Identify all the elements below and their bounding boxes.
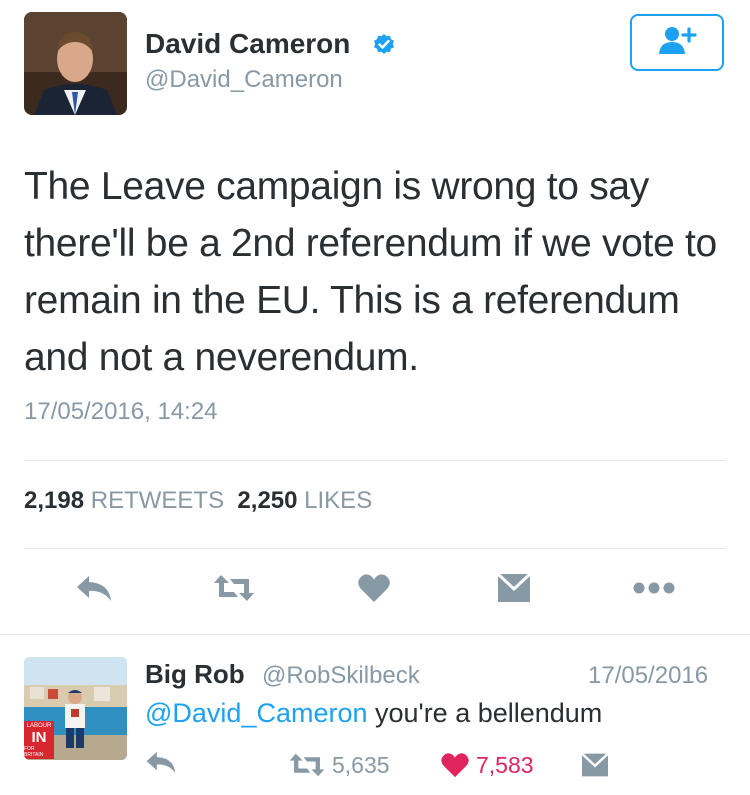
campaign-badge: LABOUR IN FOR BRITAIN: [24, 721, 54, 759]
reply-retweet-count: 5,635: [332, 751, 390, 778]
reply-reply-button[interactable]: [145, 749, 177, 781]
like-label[interactable]: LIKES: [304, 487, 372, 514]
reply-text: @David_Cameron you're a bellendum: [145, 698, 602, 729]
reply-mention-link[interactable]: @David_Cameron: [145, 698, 368, 728]
follow-button[interactable]: [630, 14, 724, 71]
reply-author-name[interactable]: Big Rob: [145, 659, 245, 690]
reply-author-handle[interactable]: @RobSkilbeck: [262, 662, 420, 690]
reply-icon: [75, 573, 113, 608]
retweet-icon: [212, 573, 256, 608]
reply-icon: [145, 749, 177, 781]
tweet-timestamp: 17/05/2016, 14:24: [24, 398, 218, 425]
divider: [24, 548, 726, 549]
retweet-button[interactable]: [214, 570, 254, 610]
author-name[interactable]: David Cameron: [145, 28, 350, 60]
retweet-label[interactable]: RETWEETS: [91, 487, 224, 514]
reply-like-button[interactable]: 7,583: [440, 749, 534, 781]
reply-like-count: 7,583: [476, 751, 534, 778]
more-button[interactable]: [633, 570, 675, 610]
tweet-text: The Leave campaign is wrong to say there…: [24, 165, 717, 379]
tweet-stats: 2,198 RETWEETS 2,250 LIKES: [24, 487, 372, 515]
retweet-count[interactable]: 2,198: [24, 487, 84, 514]
like-button[interactable]: [354, 570, 394, 610]
more-dots-icon: [633, 581, 675, 599]
author-avatar[interactable]: [24, 12, 127, 115]
reply-body: you're a bellendum: [367, 698, 603, 728]
heart-icon: [440, 752, 470, 778]
reply-dm-button[interactable]: [580, 749, 610, 781]
like-count[interactable]: 2,250: [237, 487, 297, 514]
divider: [24, 460, 726, 461]
retweet-icon: [288, 752, 326, 778]
author-handle[interactable]: @David_Cameron: [145, 66, 343, 94]
campaign-badge-main: IN: [31, 728, 47, 746]
reply-date: 17/05/2016: [588, 662, 709, 689]
envelope-icon: [496, 572, 532, 609]
add-user-icon: [657, 25, 697, 60]
reply-author-avatar[interactable]: LABOUR IN FOR BRITAIN: [24, 657, 127, 760]
heart-icon: [357, 573, 391, 608]
direct-message-button[interactable]: [494, 570, 534, 610]
reply-button[interactable]: [74, 570, 114, 610]
verified-badge-icon: [372, 32, 396, 56]
envelope-icon: [580, 752, 610, 778]
campaign-badge-bottom: FOR BRITAIN: [24, 745, 44, 758]
reply-retweet-button[interactable]: 5,635: [288, 749, 390, 781]
divider: [0, 634, 750, 635]
